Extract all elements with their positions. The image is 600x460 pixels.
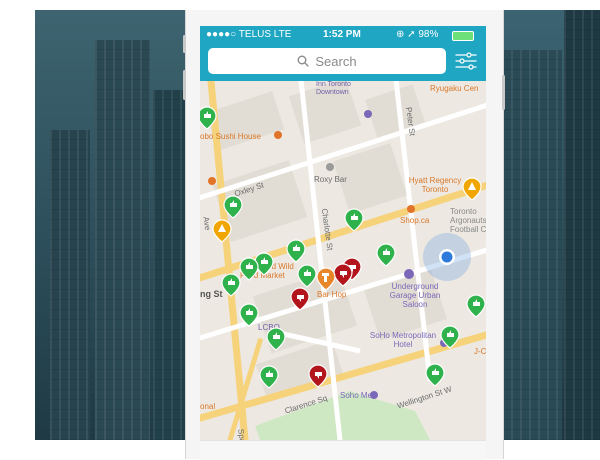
hammer-pin[interactable] [316, 267, 336, 291]
bottom-tab-bar [200, 440, 486, 460]
traffic-cone-pin[interactable] [462, 177, 482, 201]
thumbs-up-pin[interactable] [440, 325, 460, 349]
thumbs-up-pin[interactable] [297, 264, 317, 288]
thumbs-up-pin[interactable] [466, 294, 486, 318]
thumbs-up-pin[interactable] [223, 195, 243, 219]
background-city-left [35, 10, 185, 440]
filter-sliders-icon [455, 52, 477, 70]
phone-power-button [502, 75, 505, 110]
carrier-label: ●●●●○ TELUS LTE [206, 29, 292, 40]
app-screen: Oxley St Charlotte St Peter St Clarence … [200, 26, 486, 440]
phone-volume-button [183, 35, 186, 53]
status-bar: ●●●●○ TELUS LTE 1:52 PM ⊕ ➚ 98% [200, 26, 486, 44]
thumbs-up-pin[interactable] [425, 363, 445, 387]
map-view[interactable]: Oxley St Charlotte St Peter St Clarence … [200, 67, 486, 440]
thumbs-up-pin[interactable] [239, 257, 259, 281]
thumbs-up-pin[interactable] [344, 208, 364, 232]
thumbs-up-pin[interactable] [266, 327, 286, 351]
thumbs-up-pin[interactable] [200, 106, 217, 130]
battery-icon [452, 31, 474, 41]
thumbs-down-pin[interactable] [308, 364, 328, 388]
search-input[interactable]: Search [208, 48, 446, 74]
thumbs-down-pin[interactable] [290, 287, 310, 311]
phone-volume-button [183, 70, 186, 100]
background-city-right [502, 10, 600, 440]
thumbs-up-pin[interactable] [286, 239, 306, 263]
search-header: Search [200, 44, 486, 81]
thumbs-up-pin[interactable] [259, 365, 279, 389]
traffic-cone-pin[interactable] [212, 219, 232, 243]
time-label: 1:52 PM [323, 29, 361, 40]
thumbs-up-pin[interactable] [376, 243, 396, 267]
thumbs-down-pin[interactable] [333, 263, 353, 287]
search-placeholder: Search [315, 53, 357, 69]
thumbs-up-pin[interactable] [221, 273, 241, 297]
battery-label: ⊕ ➚ 98% [396, 29, 439, 40]
thumbs-up-pin[interactable] [239, 303, 259, 327]
search-icon [297, 55, 310, 67]
filter-button[interactable] [453, 48, 479, 74]
